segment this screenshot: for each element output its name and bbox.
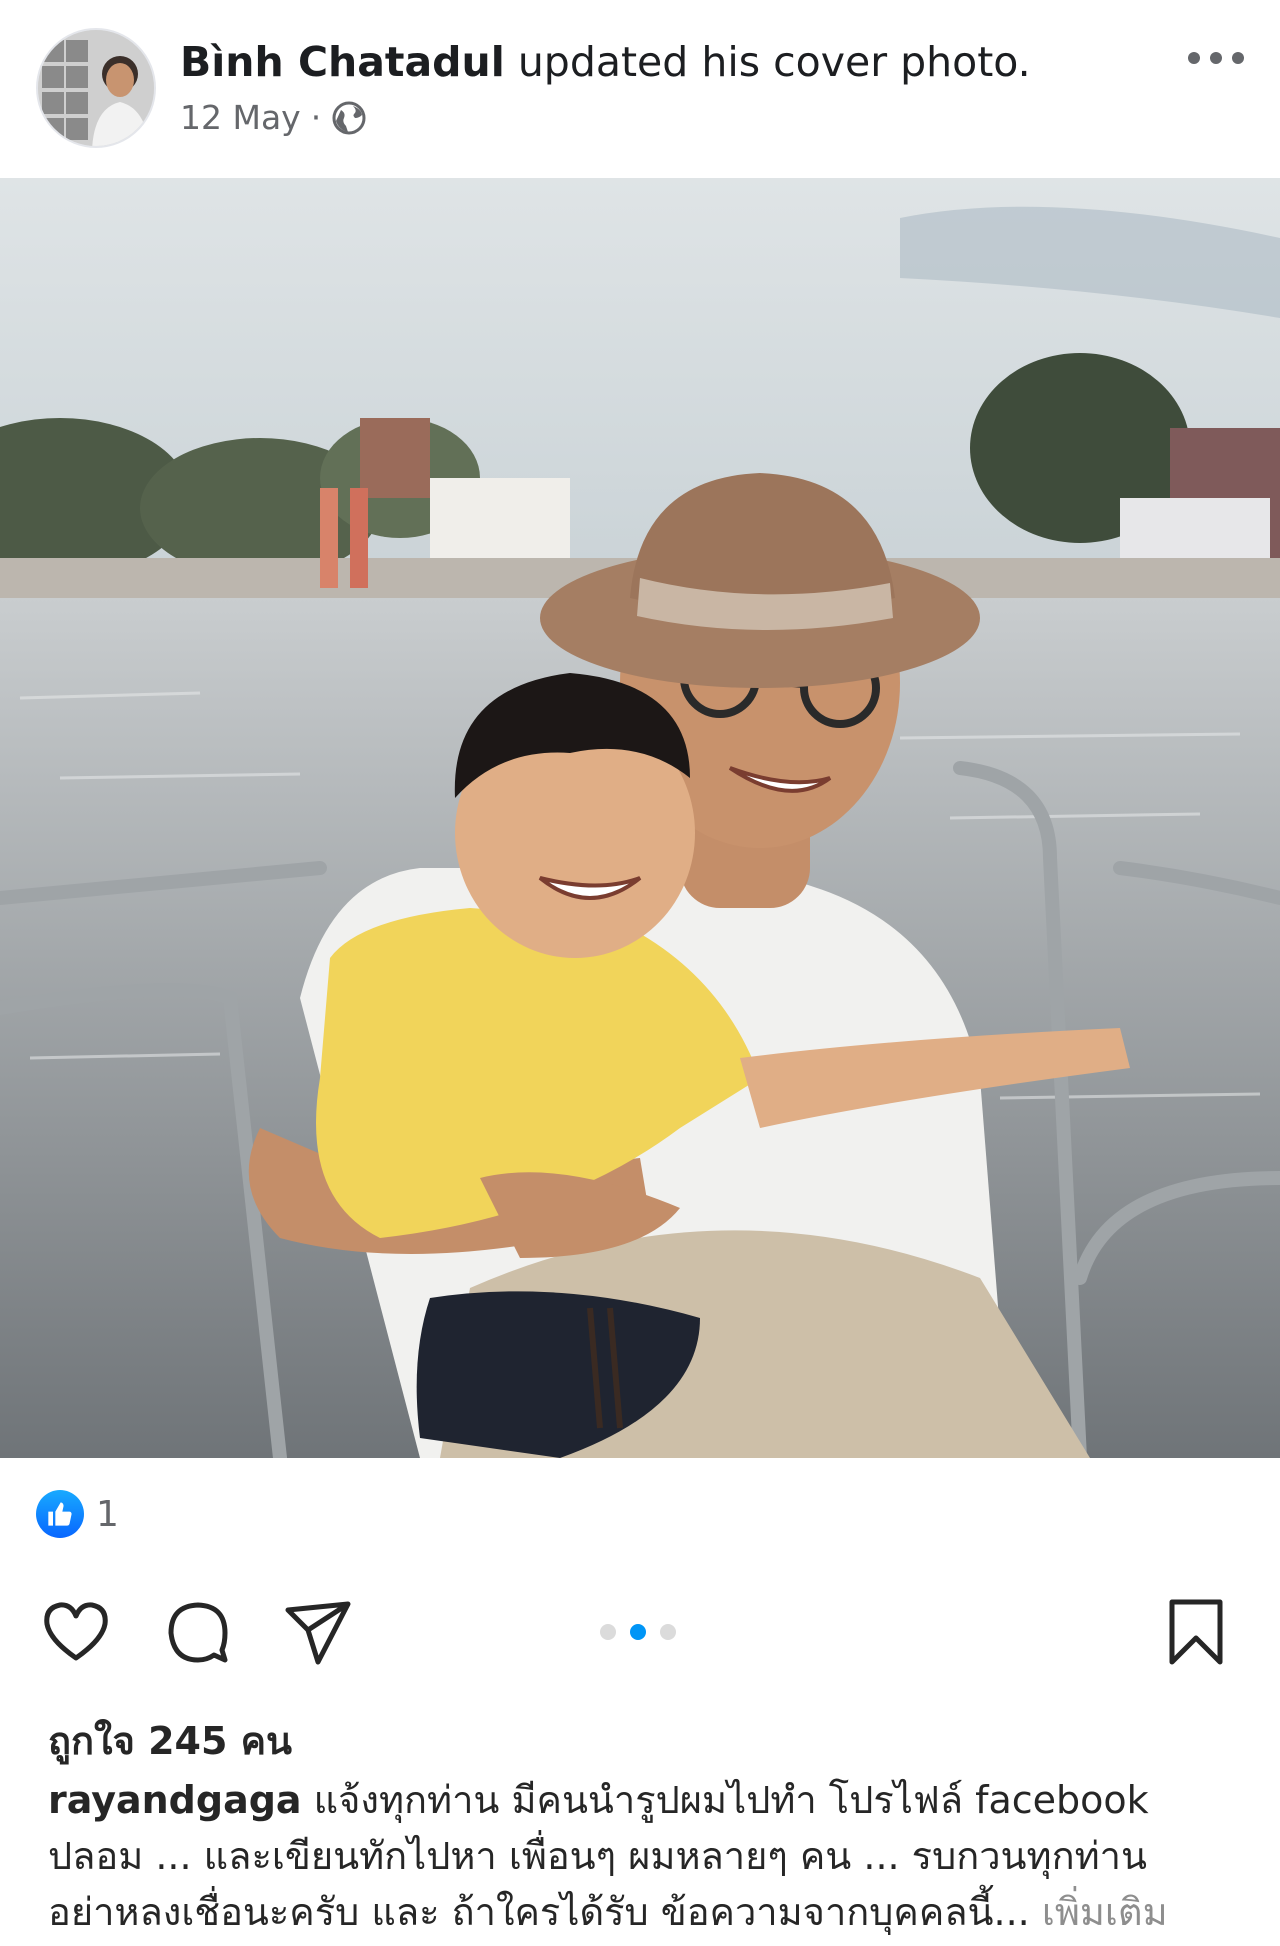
post-caption: rayandgaga แจ้งทุกท่าน มีคนนำรูปผมไปทำ โ… — [48, 1772, 1248, 1940]
post-title: Bình Chatadul updated his cover photo. — [180, 36, 1031, 88]
caption-line-3: อย่าหลงเชื่อนะครับ และ ถ้าใครได้รับ ข้อค… — [48, 1884, 1248, 1940]
caption-line-1: rayandgaga แจ้งทุกท่าน มีคนนำรูปผมไปทำ โ… — [48, 1772, 1248, 1828]
bookmark-icon[interactable] — [1160, 1596, 1232, 1668]
heart-icon[interactable] — [40, 1596, 112, 1668]
carousel-dot — [660, 1624, 676, 1640]
caption-text-3: อย่าหลงเชื่อนะครับ และ ถ้าใครได้รับ ข้อค… — [48, 1890, 1030, 1934]
more-dot-icon — [1188, 52, 1200, 64]
caption-line-2: ปลอม ... และเขียนทักไปหา เพื่อนๆ ผมหลายๆ… — [48, 1834, 1147, 1878]
post-action-text: updated his cover photo. — [517, 38, 1031, 86]
caption-text-1: แจ้งทุกท่าน มีคนนำรูปผมไปทำ โปรไฟล์ face… — [313, 1778, 1149, 1822]
cover-photo[interactable] — [0, 178, 1280, 1458]
share-icon[interactable] — [282, 1596, 354, 1668]
globe-icon — [331, 100, 367, 136]
more-dot-icon — [1210, 52, 1222, 64]
caption-username[interactable]: rayandgaga — [48, 1778, 302, 1822]
carousel-indicator — [600, 1624, 676, 1640]
like-icon — [36, 1490, 84, 1538]
carousel-dot — [600, 1624, 616, 1640]
post-meta: 12 May · — [180, 96, 367, 140]
carousel-dot-active — [630, 1624, 646, 1640]
instagram-action-bar — [0, 1596, 1280, 1668]
more-dot-icon — [1232, 52, 1244, 64]
facebook-post-header: Bình Chatadul updated his cover photo. 1… — [0, 0, 1280, 176]
reaction-count: 1 — [96, 1493, 119, 1535]
author-avatar[interactable] — [36, 28, 156, 148]
see-more-link[interactable]: เพิ่มเติม — [1042, 1890, 1168, 1934]
avatar-image — [38, 30, 154, 146]
author-name[interactable]: Bình Chatadul — [180, 38, 505, 86]
meta-separator: · — [310, 98, 322, 137]
cover-photo-image — [0, 178, 1280, 1458]
likes-count-text[interactable]: ถูกใจ 245 คน — [48, 1710, 292, 1771]
comment-icon[interactable] — [162, 1596, 234, 1668]
post-date[interactable]: 12 May — [180, 96, 301, 140]
reactions-summary[interactable]: 1 — [36, 1490, 119, 1538]
more-options-button[interactable] — [1188, 40, 1244, 76]
